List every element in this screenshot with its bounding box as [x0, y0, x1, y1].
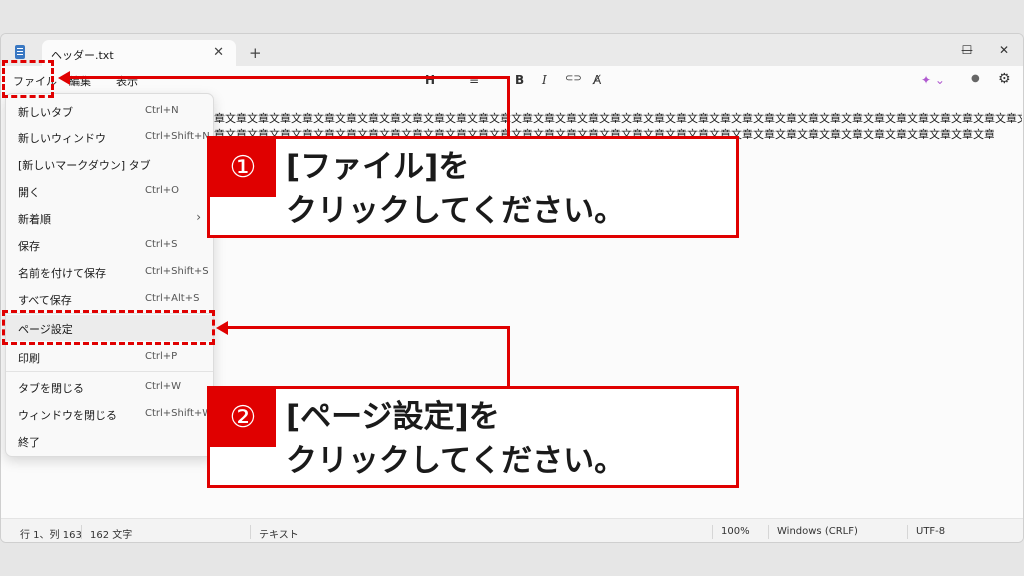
menu-item-shortcut: Ctrl+Shift+S	[145, 266, 209, 277]
menu-item-label: 保存	[18, 240, 40, 253]
file-menu-dropdown: 新しいタブ Ctrl+N 新しいウィンドウ Ctrl+Shift+N [新しいマ…	[5, 93, 214, 457]
tab-header-txt[interactable]: ヘッダー.txt ✕	[42, 40, 236, 68]
connector-line-1	[70, 76, 510, 79]
link-icon[interactable]: ⊂⊃	[565, 73, 582, 84]
arrow-head-1	[58, 70, 70, 85]
connector-line-1-vertical	[507, 76, 510, 136]
menu-item-save-all[interactable]: すべて保存 Ctrl+Alt+S	[6, 286, 213, 312]
cursor-position: 行 1、列 163	[20, 530, 82, 541]
menu-item-shortcut: Ctrl+W	[145, 381, 182, 392]
status-divider	[250, 525, 251, 539]
format-mode[interactable]: テキスト	[259, 526, 299, 541]
menu-item-recent[interactable]: 新着順 ›	[6, 205, 213, 231]
callout-step-1-text: [ファイル]を クリックしてください。	[286, 145, 625, 233]
menu-item-shortcut: Ctrl+P	[145, 351, 178, 362]
menu-bar: ファイル 編集 表示 H ≡ B I ⊂⊃ A̸ ✦ ⌄ ● ⚙	[1, 66, 1023, 96]
step-1-badge: ①	[210, 139, 276, 197]
menu-item-new-tab[interactable]: 新しいタブ Ctrl+N	[6, 98, 213, 124]
callout-step-1-line-1: [ファイル]を	[286, 149, 470, 185]
tab-close-icon[interactable]: ✕	[213, 45, 224, 60]
menu-item-shortcut: Ctrl+Shift+N	[145, 131, 210, 142]
notepad-app-icon	[15, 45, 25, 59]
connector-line-2	[228, 326, 510, 329]
editor-line-1: 章文章文章文章文章文章文章文章文章文章文章文章文章文章文章文章文章文章文章文章文…	[214, 112, 1022, 125]
status-divider	[907, 525, 908, 539]
menu-item-shortcut: Ctrl+N	[145, 105, 179, 116]
settings-gear-icon[interactable]: ⚙	[998, 71, 1011, 87]
menu-item-label: 新しいウィンドウ	[18, 132, 106, 145]
status-divider	[81, 525, 82, 539]
italic-icon[interactable]: I	[542, 73, 547, 87]
arrow-head-2	[216, 320, 228, 335]
new-tab-button[interactable]: +	[249, 44, 262, 62]
menu-item-shortcut: Ctrl+Alt+S	[145, 293, 200, 304]
step-2-badge: ②	[210, 389, 276, 447]
callout-step-2: ② [ページ設定]を クリックしてください。	[207, 386, 739, 488]
menu-item-new-window[interactable]: 新しいウィンドウ Ctrl+Shift+N	[6, 124, 213, 150]
menu-separator	[6, 371, 213, 372]
menu-item-close-tab[interactable]: タブを閉じる Ctrl+W	[6, 374, 213, 400]
account-icon[interactable]: ●	[971, 73, 980, 84]
menu-item-label: すべて保存	[18, 294, 72, 307]
callout-step-2-text: [ページ設定]を クリックしてください。	[286, 395, 625, 483]
menu-item-save[interactable]: 保存 Ctrl+S	[6, 232, 213, 258]
status-divider	[712, 525, 713, 539]
title-bar: ヘッダー.txt ✕ + — ☐ ✕	[1, 34, 1023, 68]
menu-item-label: 終了	[18, 436, 40, 449]
menu-item-exit[interactable]: 終了	[6, 428, 213, 454]
line-ending[interactable]: Windows (CRLF)	[777, 526, 858, 537]
callout-step-1-line-2: クリックしてください。	[286, 193, 626, 229]
tab-title: ヘッダー.txt	[51, 49, 114, 62]
zoom-level[interactable]: 100%	[721, 526, 750, 537]
menu-item-label: ウィンドウを閉じる	[18, 409, 117, 422]
page-setup-highlight-box	[2, 310, 215, 345]
callout-step-2-line-1: [ページ設定]を	[286, 399, 500, 435]
menu-item-shortcut: Ctrl+Shift+W	[145, 408, 213, 419]
menu-item-shortcut: Ctrl+O	[145, 185, 180, 196]
bold-icon[interactable]: B	[515, 73, 524, 87]
menu-item-label: 新着順	[18, 213, 51, 226]
menu-item-label: 名前を付けて保存	[18, 267, 106, 280]
menu-item-close-window[interactable]: ウィンドウを閉じる Ctrl+Shift+W	[6, 401, 213, 427]
menu-item-label: 印刷	[18, 352, 40, 365]
menu-item-label: タブを閉じる	[18, 382, 84, 395]
status-bar: 行 1、列 163 162 文字 テキスト 100% Windows (CRLF…	[1, 518, 1023, 542]
menu-item-shortcut: Ctrl+S	[145, 239, 178, 250]
menu-item-label: [新しいマークダウン] タブ	[18, 159, 151, 172]
connector-line-2-vertical	[507, 326, 510, 386]
encoding[interactable]: UTF-8	[916, 526, 945, 537]
menu-item-label: 開く	[18, 186, 40, 199]
character-count: 162 文字	[90, 530, 133, 541]
close-window-button[interactable]: ✕	[993, 40, 1015, 60]
chevron-right-icon: ›	[196, 210, 201, 224]
menu-item-new-markdown-tab[interactable]: [新しいマークダウン] タブ	[6, 151, 213, 177]
menu-item-label: 新しいタブ	[18, 106, 73, 119]
callout-step-1: ① [ファイル]を クリックしてください。	[207, 136, 739, 238]
file-menu-highlight-box	[2, 60, 54, 98]
maximize-button[interactable]: ☐	[956, 40, 978, 60]
status-divider	[768, 525, 769, 539]
copilot-icon[interactable]: ✦ ⌄	[921, 73, 945, 87]
menu-item-open[interactable]: 開く Ctrl+O	[6, 178, 213, 204]
callout-step-2-line-2: クリックしてください。	[286, 443, 626, 479]
menu-item-print[interactable]: 印刷 Ctrl+P	[6, 344, 213, 370]
menu-item-save-as[interactable]: 名前を付けて保存 Ctrl+Shift+S	[6, 259, 213, 285]
clear-formatting-icon[interactable]: A̸	[593, 73, 601, 87]
